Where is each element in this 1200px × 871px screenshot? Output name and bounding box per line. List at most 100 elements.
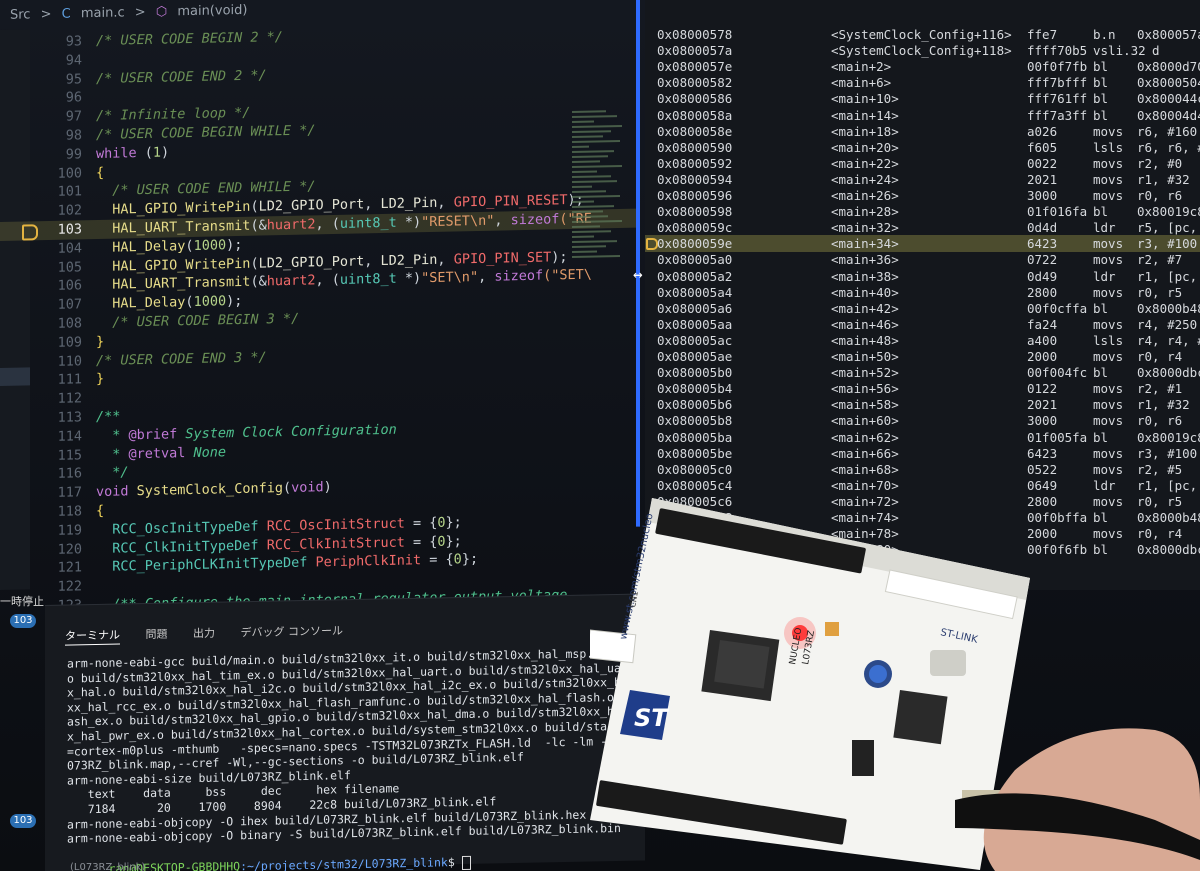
instruction-sym: <main+48> — [831, 332, 899, 348]
line-number[interactable]: 108 — [30, 314, 82, 334]
code-token: @retval — [128, 444, 186, 462]
terminal-panel[interactable]: ターミナル 問題 出力 デバッグ コンソール arm-none-eabi-gcc… — [45, 593, 683, 871]
line-number[interactable]: 105 — [30, 258, 82, 278]
instruction-op: r1, #32 — [1137, 171, 1190, 187]
code-token: HAL_UART_Transmit — [112, 274, 251, 294]
instruction-addr: 0x0800057a — [657, 43, 733, 59]
instruction-mn: bl — [1093, 59, 1109, 75]
breadcrumb-folder[interactable]: Src — [10, 7, 30, 22]
instruction-hex: 00f004fc — [1027, 365, 1088, 381]
instruction-row[interactable]: 0x080005a0 <main+36> 0722 movs r2, #7 — [645, 251, 1200, 268]
minimap-line — [572, 195, 620, 199]
instruction-row[interactable]: 0x080005c0 <main+68> 0522 movs r2, #5 — [645, 461, 1200, 478]
line-number[interactable]: 104 — [30, 239, 82, 259]
code-token: 1000 — [193, 237, 227, 254]
line-number[interactable]: 118 — [30, 502, 82, 522]
instruction-row[interactable]: 0x080005ac <main+48> a400 lsls r4, r4, #2 — [645, 332, 1200, 349]
breadcrumb-file[interactable]: main.c — [81, 5, 125, 21]
instruction-addr: 0x080005b0 — [657, 365, 733, 381]
instruction-row[interactable]: 0x0800057e <main+2> 00f0f7fb bl 0x8000d70 — [645, 58, 1200, 75]
breadcrumb[interactable]: Src > C main.c > ⬡ main(void) — [10, 3, 253, 23]
instruction-row[interactable]: 0x080005ba <main+62> 01f005fa bl 0x80019c8 <… — [645, 429, 1200, 446]
code-token: GPIO_PIN_RESET — [453, 192, 568, 211]
instruction-mn: movs — [1093, 188, 1124, 203]
line-number[interactable]: 99 — [30, 145, 82, 165]
line-number[interactable]: 95 — [30, 70, 82, 90]
instruction-row[interactable]: 0x080005ae <main+50> 2000 movs r0, r4 — [645, 348, 1200, 365]
tab-terminal[interactable]: ターミナル — [65, 628, 120, 646]
instruction-row[interactable]: 0x080005b8 <main+60> 3000 movs r0, r6 — [645, 412, 1200, 429]
code-text[interactable]: } — [96, 333, 104, 352]
instruction-hex: 3000 — [1027, 188, 1058, 203]
line-number[interactable]: 102 — [30, 201, 82, 221]
instruction-addr: 0x080005a4 — [657, 284, 733, 300]
line-number[interactable]: 98 — [30, 126, 82, 146]
line-number[interactable]: 119 — [30, 521, 82, 541]
line-number[interactable]: 97 — [30, 107, 82, 127]
code-text[interactable]: { — [96, 163, 104, 182]
instruction-row[interactable]: 0x08000594 <main+24> 2021 movs r1, #32 — [645, 171, 1200, 188]
line-number[interactable]: 111 — [30, 371, 82, 391]
minimap[interactable] — [572, 107, 628, 508]
instruction-row[interactable]: 0x0800058e <main+18> a026 movs r6, #160 — [645, 123, 1200, 140]
line-number[interactable]: 117 — [30, 483, 82, 503]
code-text[interactable]: */ — [96, 464, 128, 484]
instruction-row[interactable]: 0x0800057a <SystemClock_Config+118> ffff70… — [645, 42, 1200, 59]
code-text[interactable]: while (1) — [96, 143, 169, 164]
line-number[interactable]: 109 — [30, 333, 82, 353]
code-token: uint8_t — [339, 271, 397, 289]
instruction-row[interactable]: 0x080005aa <main+46> fa24 movs r4, #250 — [645, 316, 1200, 333]
instruction-row[interactable]: 0x080005b4 <main+56> 0122 movs r2, #1 — [645, 380, 1200, 397]
line-number[interactable]: 115 — [30, 446, 82, 466]
line-number[interactable]: 106 — [30, 277, 82, 297]
instruction-row[interactable]: 0x08000596 <main+26> 3000 movs r0, r6 — [645, 187, 1200, 204]
line-number[interactable]: 103 — [30, 220, 82, 240]
line-number[interactable]: 114 — [30, 427, 82, 447]
current-instruction-row[interactable]: 0x0800059e <main+34> 6423 movs r3, #100 — [645, 235, 1200, 253]
instruction-mn: movs — [1093, 316, 1124, 332]
panel-splitter[interactable] — [636, 0, 640, 527]
line-number[interactable]: 96 — [30, 89, 82, 109]
instruction-row[interactable]: 0x08000598 <main+28> 01f016fa bl 0x80019c8 < — [645, 203, 1200, 220]
instruction-op: r5, [pc, #5 — [1137, 220, 1198, 236]
instruction-row[interactable]: 0x08000590 <main+20> f605 lsls r6, r6, #2 — [645, 139, 1200, 156]
pause-label[interactable]: 一時停止 — [0, 593, 44, 609]
line-number[interactable]: 112 — [30, 389, 82, 409]
resize-icon[interactable]: ↔ — [633, 265, 643, 284]
line-number[interactable]: 101 — [30, 183, 82, 203]
instruction-row[interactable]: 0x080005be <main+66> 6423 movs r3, #100 — [645, 445, 1200, 462]
instruction-row[interactable]: 0x08000582 <main+6> fff7bfff bl 0x8000504 — [645, 74, 1200, 91]
code-text[interactable]: } — [96, 370, 104, 389]
line-number[interactable]: 120 — [30, 540, 82, 560]
instruction-row[interactable]: 0x08000578 <SystemClock_Config+116> ffe7 b.… — [645, 26, 1200, 43]
code-text[interactable]: { — [96, 502, 104, 521]
line-number[interactable]: 121 — [30, 559, 82, 579]
line-number[interactable]: 110 — [30, 352, 82, 372]
line-number[interactable]: 116 — [30, 465, 82, 485]
instruction-row[interactable]: 0x0800059c <main+32> 0d4d ldr r5, [pc, #5 — [645, 219, 1200, 236]
instruction-row[interactable]: 0x080005a2 <main+38> 0d49 ldr r1, [pc, #5 — [645, 268, 1200, 285]
tab-problems[interactable]: 問題 — [146, 628, 168, 641]
breadcrumb-function[interactable]: main(void) — [177, 3, 247, 19]
instruction-row[interactable]: 0x0800058a <main+14> fff7a3ff bl 0x80004d4 — [645, 107, 1200, 124]
line-number[interactable]: 100 — [30, 164, 82, 184]
instruction-mn: lsls — [1093, 332, 1124, 348]
instruction-sym: <main+56> — [831, 381, 899, 397]
tab-output[interactable]: 出力 — [193, 627, 215, 640]
instruction-row[interactable]: 0x080005a4 <main+40> 2800 movs r0, r5 — [645, 284, 1200, 301]
line-number[interactable]: 94 — [30, 51, 82, 71]
instruction-row[interactable]: 0x080005b0 <main+52> 00f004fc bl 0x8000dbc < — [645, 364, 1200, 381]
code-text[interactable]: /** — [96, 407, 120, 427]
prompt-path: :~/projects/stm32/L073RZ_blink — [240, 855, 448, 871]
instruction-row[interactable]: 0x08000586 <main+10> fff761ff bl 0x800044c — [645, 90, 1200, 107]
line-number[interactable]: 107 — [30, 295, 82, 315]
instruction-row[interactable]: 0x08000592 <main+22> 0022 movs r2, #0 — [645, 155, 1200, 172]
line-number[interactable]: 93 — [30, 32, 82, 52]
instruction-row[interactable]: 0x080005b6 <main+58> 2021 movs r1, #32 — [645, 396, 1200, 413]
instruction-hex: ffff70b5 — [1027, 43, 1088, 59]
panel-tabs[interactable]: ターミナル 問題 出力 デバッグ コンソール — [65, 622, 365, 646]
line-number[interactable]: 113 — [30, 408, 82, 428]
instruction-row[interactable]: 0x080005a6 <main+42> 00f0cffa bl 0x8000b48 < — [645, 300, 1200, 317]
instruction-op: 0x80019c8 <HA — [1137, 429, 1200, 445]
tab-debug-console[interactable]: デバッグ コンソール — [241, 624, 344, 639]
